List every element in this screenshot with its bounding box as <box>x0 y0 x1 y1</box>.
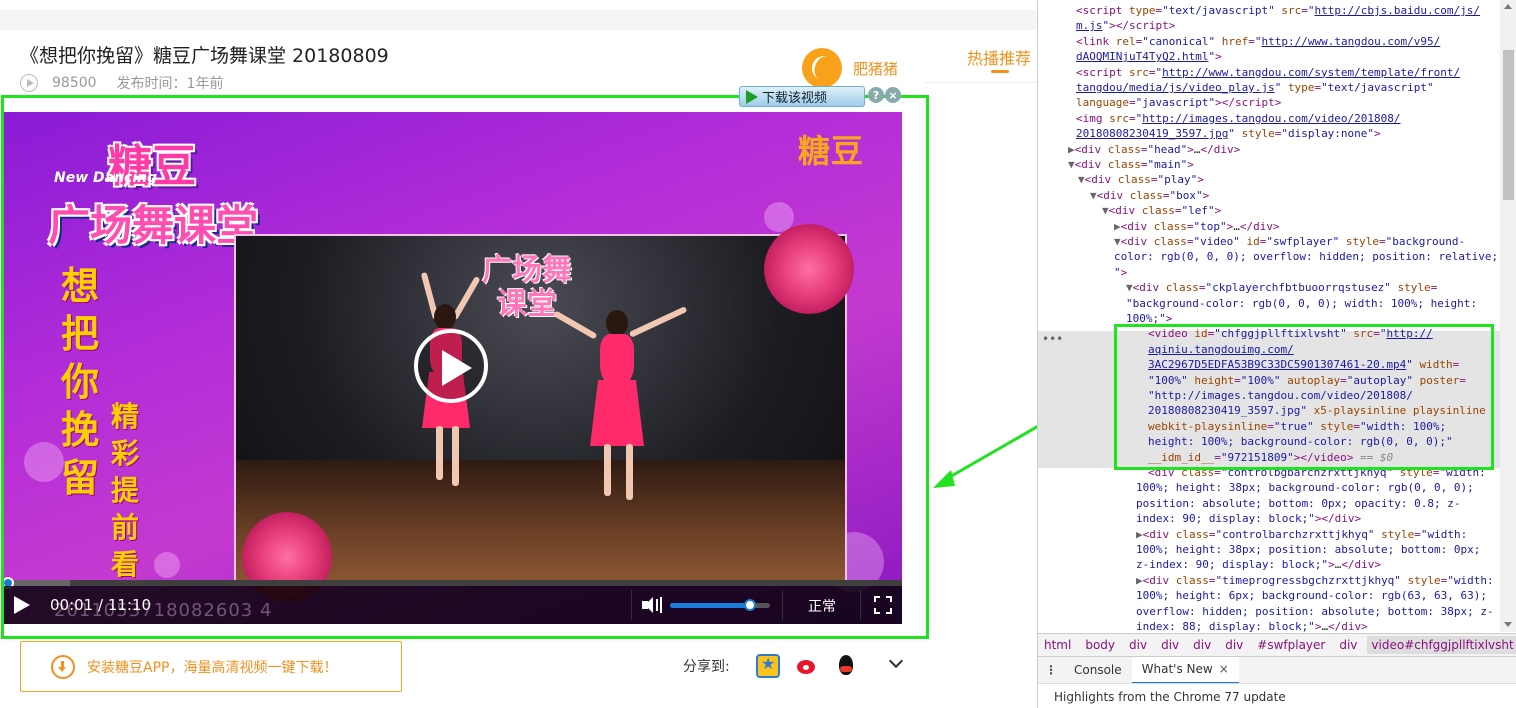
author-avatar[interactable] <box>802 48 842 88</box>
dom-node-line[interactable]: color: rgb(0, 0, 0); overflow: hidden; p… <box>1114 249 1498 265</box>
dom-node-line[interactable]: <img src="http://images.tangdou.com/vide… <box>1076 111 1401 127</box>
dom-node-line[interactable]: ▶<div class="timeprogressbgchzrxttjkhyq"… <box>1136 573 1494 589</box>
dom-node-line[interactable]: 100%; height: 38px; position: absolute; … <box>1136 542 1480 558</box>
dom-node-line[interactable]: 100%; height: 38px; background-color: rg… <box>1136 480 1474 496</box>
dom-node-line[interactable]: 20180808230419_3597.jpg" style="display:… <box>1076 126 1381 142</box>
dom-node-line[interactable]: ▼<div class="main"> <box>1068 157 1194 173</box>
dom-node-line[interactable]: position: absolute; bottom: 0px; opacity… <box>1136 496 1461 512</box>
dom-node-line[interactable]: m.js"></script> <box>1076 18 1175 34</box>
tab-console[interactable]: Console <box>1064 657 1132 684</box>
dom-node-line[interactable]: ▶<div class="top">…</div> <box>1114 219 1280 235</box>
download-help-icon[interactable]: ? <box>868 87 884 103</box>
breadcrumb-item[interactable]: #swfplayer <box>1257 638 1325 652</box>
top-strip <box>0 0 1037 10</box>
breadcrumb-item[interactable]: div <box>1129 638 1147 652</box>
download-video-label: 下载该视频 <box>762 91 828 106</box>
breadcrumb-item[interactable]: html <box>1044 638 1071 652</box>
breadcrumb-item[interactable]: div <box>1339 638 1357 652</box>
tab-whats-new[interactable]: What's New × <box>1131 656 1239 684</box>
share-qzone-icon[interactable] <box>756 654 780 678</box>
web-page: 《想把你挽留》糖豆广场舞课堂 20180809 98500 发布时间：1年前 肥… <box>0 0 1037 708</box>
elements-tree[interactable]: <script type="text/javascript" src="http… <box>1038 0 1500 632</box>
dom-node-line[interactable]: overflow: hidden; position: absolute; bo… <box>1136 604 1494 620</box>
install-app-banner[interactable]: 安装糖豆APP，海量高清视频一键下载！ <box>20 641 402 692</box>
dom-node-line[interactable]: <link rel="canonical" href="http://www.t… <box>1076 34 1440 50</box>
scrollbar-thumb[interactable] <box>1503 50 1514 200</box>
share-qq-icon[interactable] <box>834 654 858 678</box>
drawer-menu-icon[interactable]: ⋮ <box>1038 663 1064 677</box>
annotation-highlight-box <box>1114 324 1494 470</box>
annotation-arrow-head <box>933 470 955 488</box>
scroll-down-icon[interactable] <box>1504 622 1512 627</box>
download-video-button[interactable]: 下载该视频 <box>739 86 865 107</box>
video-meta: 98500 发布时间：1年前 <box>20 73 223 93</box>
tab-hot-recommend[interactable]: 热播推荐 <box>967 45 1031 69</box>
author-name[interactable]: 肥猪猪 <box>853 58 898 79</box>
dom-node-line[interactable]: index: 90; display: block;"></div> <box>1136 511 1361 527</box>
close-icon[interactable]: × <box>1219 662 1229 676</box>
download-play-icon <box>746 89 758 104</box>
download-icon <box>51 654 75 679</box>
play-count: 98500 <box>52 75 97 91</box>
dom-node-line[interactable]: "> <box>1114 265 1127 281</box>
breadcrumb-item[interactable]: div <box>1161 638 1179 652</box>
dom-node-line[interactable]: 100%; height: 6px; background-color: rgb… <box>1136 588 1487 604</box>
dom-node-line[interactable]: ▼<div class="play"> <box>1078 172 1204 188</box>
dom-node-line[interactable]: ▶<div class="head">…</div> <box>1068 142 1240 158</box>
share-label: 分享到: <box>683 659 730 675</box>
drawer-tabs: ⋮ Console What's New × <box>1038 656 1516 684</box>
divider <box>925 82 1037 83</box>
breadcrumb-item[interactable]: video#chfggjpllftixlvsht <box>1367 636 1516 654</box>
breadcrumb-item[interactable]: div <box>1225 638 1243 652</box>
dom-node-line[interactable]: z-index: 90; display: block;">…</div> <box>1136 557 1381 573</box>
install-app-text: 安装糖豆APP，海量高清视频一键下载！ <box>87 659 338 676</box>
annotation-highlight-box <box>1 95 929 639</box>
tab-active-indicator <box>991 70 1009 73</box>
chevron-down-icon[interactable] <box>888 653 904 669</box>
dom-node-line[interactable]: ▼<div class="video" id="swfplayer" style… <box>1114 234 1465 250</box>
dom-breadcrumb: html body div div div div #swfplayer div video#c… <box>1038 633 1516 656</box>
breadcrumb-item[interactable]: div <box>1193 638 1211 652</box>
dom-node-line[interactable]: "background-color: rgb(0, 0, 0); width: … <box>1126 296 1477 312</box>
scroll-up-icon[interactable] <box>1504 4 1512 9</box>
dom-node-line[interactable]: ▼<div class="box"> <box>1090 188 1209 204</box>
dom-node-line[interactable]: tangdou/media/js/video_play.js" type="te… <box>1076 80 1434 96</box>
elements-scrollbar[interactable] <box>1500 0 1516 632</box>
top-banner <box>0 10 1037 30</box>
breadcrumb-item[interactable]: body <box>1085 638 1115 652</box>
dom-node-line[interactable]: language="javascript"></script> <box>1076 95 1281 111</box>
play-count-icon <box>20 74 38 92</box>
video-title: 《想把你挽留》糖豆广场舞课堂 20180809 <box>20 45 389 67</box>
dom-node-line[interactable]: ▼<div class="ckplayerchfbtbuoorrqstusez"… <box>1126 280 1437 296</box>
publish-time: 发布时间：1年前 <box>116 76 224 92</box>
tab-whats-new-label: What's New <box>1141 662 1213 676</box>
dom-node-line[interactable]: dAOQMINjuT4TyQ2.html"> <box>1076 49 1222 65</box>
whats-new-text: Highlights from the Chrome 77 update <box>1038 683 1516 708</box>
download-close-icon[interactable]: × <box>885 87 901 103</box>
dom-node-line[interactable]: <script src="http://www.tangdou.com/syst… <box>1076 65 1460 81</box>
dom-node-line[interactable]: <script type="text/javascript" src="http… <box>1076 3 1480 19</box>
dom-node-line[interactable]: index: 88; display: block;">…</div> <box>1136 619 1368 632</box>
author-link[interactable]: 肥猪猪 <box>802 48 898 88</box>
share-weibo-icon[interactable] <box>795 654 819 678</box>
dom-node-line[interactable]: ▼<div class="lef"> <box>1102 203 1221 219</box>
dom-node-line[interactable]: ▶<div class="controlbarchzrxttjkhyq" sty… <box>1136 527 1467 543</box>
